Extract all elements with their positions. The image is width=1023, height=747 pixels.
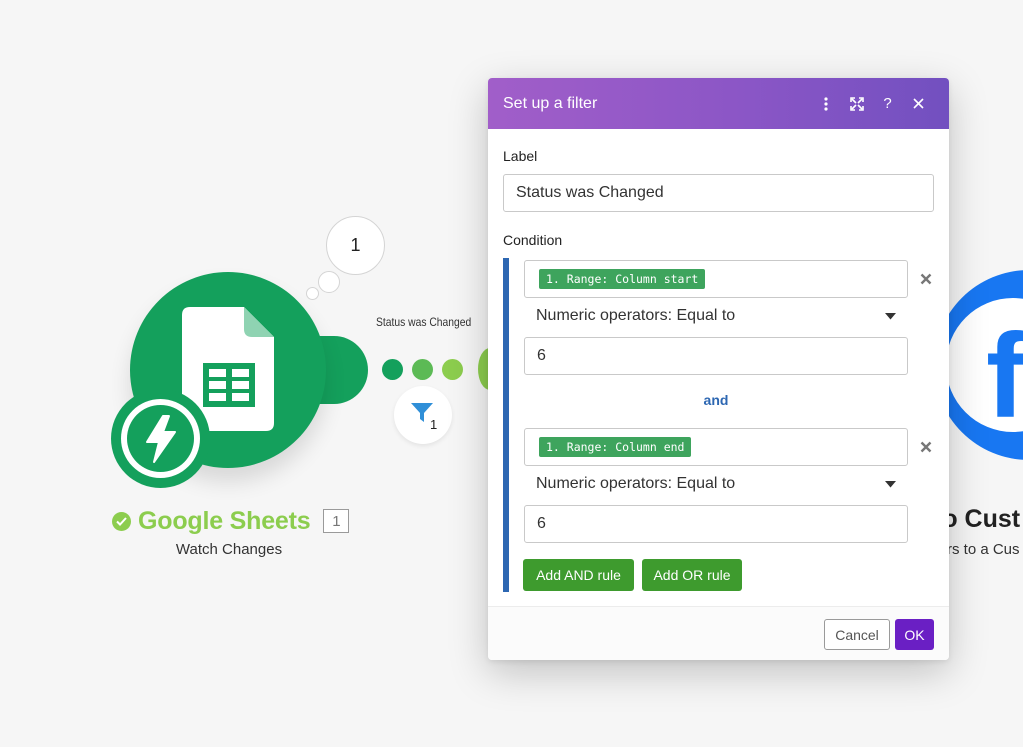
label-input[interactable]: Status was Changed	[503, 174, 934, 212]
help-icon[interactable]: ?	[872, 89, 903, 119]
rule-operand-field[interactable]: 1. Range: Column end	[524, 428, 908, 466]
check-circle-icon	[112, 511, 131, 531]
expand-icon[interactable]	[841, 89, 872, 119]
operator-value: Numeric operators: Equal to	[536, 307, 736, 324]
operator-select[interactable]: Numeric operators: Equal to	[524, 299, 908, 333]
ok-button[interactable]: OK	[895, 619, 934, 650]
operations-bubble[interactable]: 1	[326, 216, 385, 275]
facebook-icon: f	[946, 298, 1023, 432]
route-dot[interactable]	[442, 359, 463, 380]
add-and-rule-button[interactable]: Add AND rule	[523, 559, 634, 591]
operations-count: 1	[350, 235, 361, 255]
operand-token[interactable]: 1. Range: Column start	[539, 269, 706, 289]
module-id-badge: 1	[323, 509, 350, 533]
dialog-title: Set up a filter	[503, 94, 598, 112]
more-vertical-icon[interactable]	[810, 89, 841, 119]
condition-caption: Condition	[503, 232, 563, 248]
dialog-header[interactable]: Set up a filter ?	[488, 78, 949, 129]
and-joiner-label: and	[703, 392, 729, 408]
rule-value-input[interactable]: 6	[524, 337, 908, 375]
close-icon[interactable]	[903, 89, 934, 119]
module-title-row: Google Sheets 1	[112, 505, 350, 537]
add-or-rule-button[interactable]: Add OR rule	[642, 559, 742, 591]
route-dot[interactable]	[412, 359, 433, 380]
filter-badge[interactable]: 1	[394, 386, 452, 444]
operand-token[interactable]: 1. Range: Column end	[539, 437, 692, 457]
remove-rule-icon[interactable]	[916, 437, 936, 457]
target-module-subtitle: rs to a Cus	[947, 541, 1020, 558]
header-icons: ?	[810, 89, 934, 119]
module-name[interactable]: Google Sheets	[138, 507, 311, 536]
rule-operand-field[interactable]: 1. Range: Column start	[524, 260, 908, 298]
filter-dialog: Set up a filter ? Label Status was Chang…	[488, 78, 949, 660]
chevron-down-icon	[885, 312, 896, 319]
cancel-button[interactable]: Cancel	[824, 619, 890, 650]
label-caption: Label	[503, 148, 538, 164]
module-subtitle: Watch Changes	[175, 541, 283, 558]
chevron-down-icon	[885, 480, 896, 487]
remove-rule-icon[interactable]	[916, 269, 936, 289]
route-label[interactable]: Status was Changed	[376, 315, 471, 329]
dialog-footer: Cancel OK	[488, 606, 949, 660]
filter-count: 1	[430, 417, 438, 432]
lightning-bolt-icon	[145, 414, 176, 463]
operator-value: Numeric operators: Equal to	[536, 475, 736, 492]
condition-group-bar	[503, 258, 509, 592]
route-dot[interactable]	[382, 359, 403, 380]
operator-select[interactable]: Numeric operators: Equal to	[524, 467, 908, 501]
trigger-badge[interactable]	[111, 389, 210, 488]
rule-value-input[interactable]: 6	[524, 505, 908, 543]
